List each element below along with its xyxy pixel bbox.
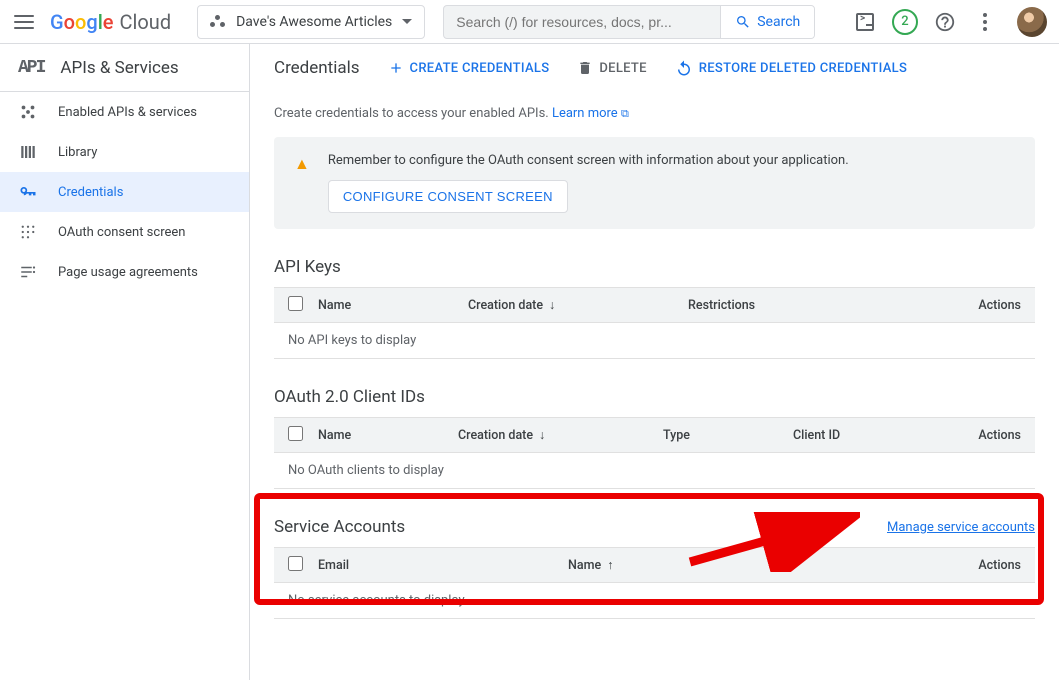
sidebar-title: APIs & Services [60,58,178,78]
consent-info-box: ▲ Remember to configure the OAuth consen… [274,137,1035,229]
sidebar-item-label: Enabled APIs & services [58,105,197,120]
search-button[interactable]: Search [720,6,814,38]
restore-button[interactable]: Restore Deleted Credentials [675,59,907,77]
col-creation[interactable]: Creation date↓ [458,428,663,443]
select-all-checkbox[interactable] [288,556,303,571]
sidebar-item-enabled[interactable]: Enabled APIs & services [0,92,249,132]
sidebar-item-library[interactable]: Library [0,132,249,172]
sidebar-item-oauth[interactable]: OAuth consent screen [0,212,249,252]
col-email[interactable]: Email [318,558,568,573]
delete-button[interactable]: Delete [577,60,646,76]
top-bar: GoogleCloud Dave's Awesome Articles Sear… [0,0,1059,44]
more-vert-icon [983,13,987,31]
help-icon [934,11,956,33]
key-icon [18,182,38,202]
col-actions: Actions [978,428,1021,443]
search-input[interactable] [444,6,720,38]
info-message: Remember to configure the OAuth consent … [328,153,849,168]
project-name: Dave's Awesome Articles [236,14,392,30]
col-creation[interactable]: Creation date↓ [468,298,688,313]
select-all-checkbox[interactable] [288,296,303,311]
agreements-icon [18,263,38,281]
section-oauth: OAuth 2.0 Client IDs Name Creation date↓… [274,387,1035,489]
trash-icon [577,60,593,76]
empty-state: No OAuth clients to display [274,453,1035,489]
section-service-accounts: Service Accounts Manage service accounts… [274,517,1035,619]
consent-icon [18,223,38,241]
sort-desc-icon: ↓ [539,428,545,443]
cloud-shell-icon [856,13,874,31]
manage-service-accounts-link[interactable]: Manage service accounts [887,520,1035,535]
notification-badge: 2 [892,9,918,35]
table-header: Name Creation date↓ Restrictions Actions [274,287,1035,323]
search-icon [735,14,751,30]
plus-icon [388,60,404,76]
configure-consent-button[interactable]: Configure Consent Screen [328,180,568,213]
col-restrictions[interactable]: Restrictions [688,298,888,313]
table-header: Name Creation date↓ Type Client ID Actio… [274,417,1035,453]
intro-text: Create credentials to access your enable… [274,106,1035,121]
col-actions: Actions [978,558,1021,573]
enabled-apis-icon [18,103,38,121]
project-picker[interactable]: Dave's Awesome Articles [197,5,425,39]
empty-state: No API keys to display [274,323,1035,359]
notifications-button[interactable]: 2 [889,6,921,38]
user-avatar[interactable] [1017,7,1047,37]
project-icon [210,14,226,30]
learn-more-link[interactable]: Learn more ⧉ [552,106,629,121]
sidebar-item-credentials[interactable]: Credentials [0,172,249,212]
search-box: Search [443,5,815,39]
sidebar-item-label: Page usage agreements [58,265,198,280]
warning-icon: ▲ [294,154,310,174]
menu-icon[interactable] [12,10,36,34]
caret-down-icon [402,19,412,24]
page-title: Credentials [274,58,360,78]
create-credentials-button[interactable]: Create Credentials [388,60,550,76]
api-logo-icon: API [18,58,44,78]
section-title: API Keys [274,257,341,277]
table-header: Email Name↑ Actions [274,547,1035,583]
sidebar-item-agreements[interactable]: Page usage agreements [0,252,249,292]
cloud-shell-button[interactable] [849,6,881,38]
restore-icon [675,59,693,77]
empty-state: No service accounts to display [274,583,1035,619]
sidebar: API APIs & Services Enabled APIs & servi… [0,44,250,680]
section-title: Service Accounts [274,517,405,537]
col-client-id[interactable]: Client ID [793,428,923,443]
col-name[interactable]: Name [318,428,458,443]
main-content: Credentials Create Credentials Delete Re… [250,44,1059,680]
col-actions: Actions [978,298,1021,313]
sidebar-item-label: OAuth consent screen [58,225,185,240]
col-type[interactable]: Type [663,428,793,443]
sort-desc-icon: ↓ [549,298,555,313]
col-name[interactable]: Name [318,298,468,313]
section-title: OAuth 2.0 Client IDs [274,387,425,407]
col-name[interactable]: Name↑ [568,558,768,573]
more-button[interactable] [969,6,1001,38]
select-all-checkbox[interactable] [288,426,303,441]
sidebar-header: API APIs & Services [0,44,249,92]
page-header: Credentials Create Credentials Delete Re… [250,44,1059,92]
library-icon [18,143,38,161]
sidebar-item-label: Library [58,145,97,160]
section-api-keys: API Keys Name Creation date↓ Restriction… [274,257,1035,359]
help-button[interactable] [929,6,961,38]
sort-asc-icon: ↑ [607,558,613,573]
external-link-icon: ⧉ [621,107,629,120]
sidebar-item-label: Credentials [58,185,123,200]
google-cloud-logo[interactable]: GoogleCloud [50,10,171,34]
